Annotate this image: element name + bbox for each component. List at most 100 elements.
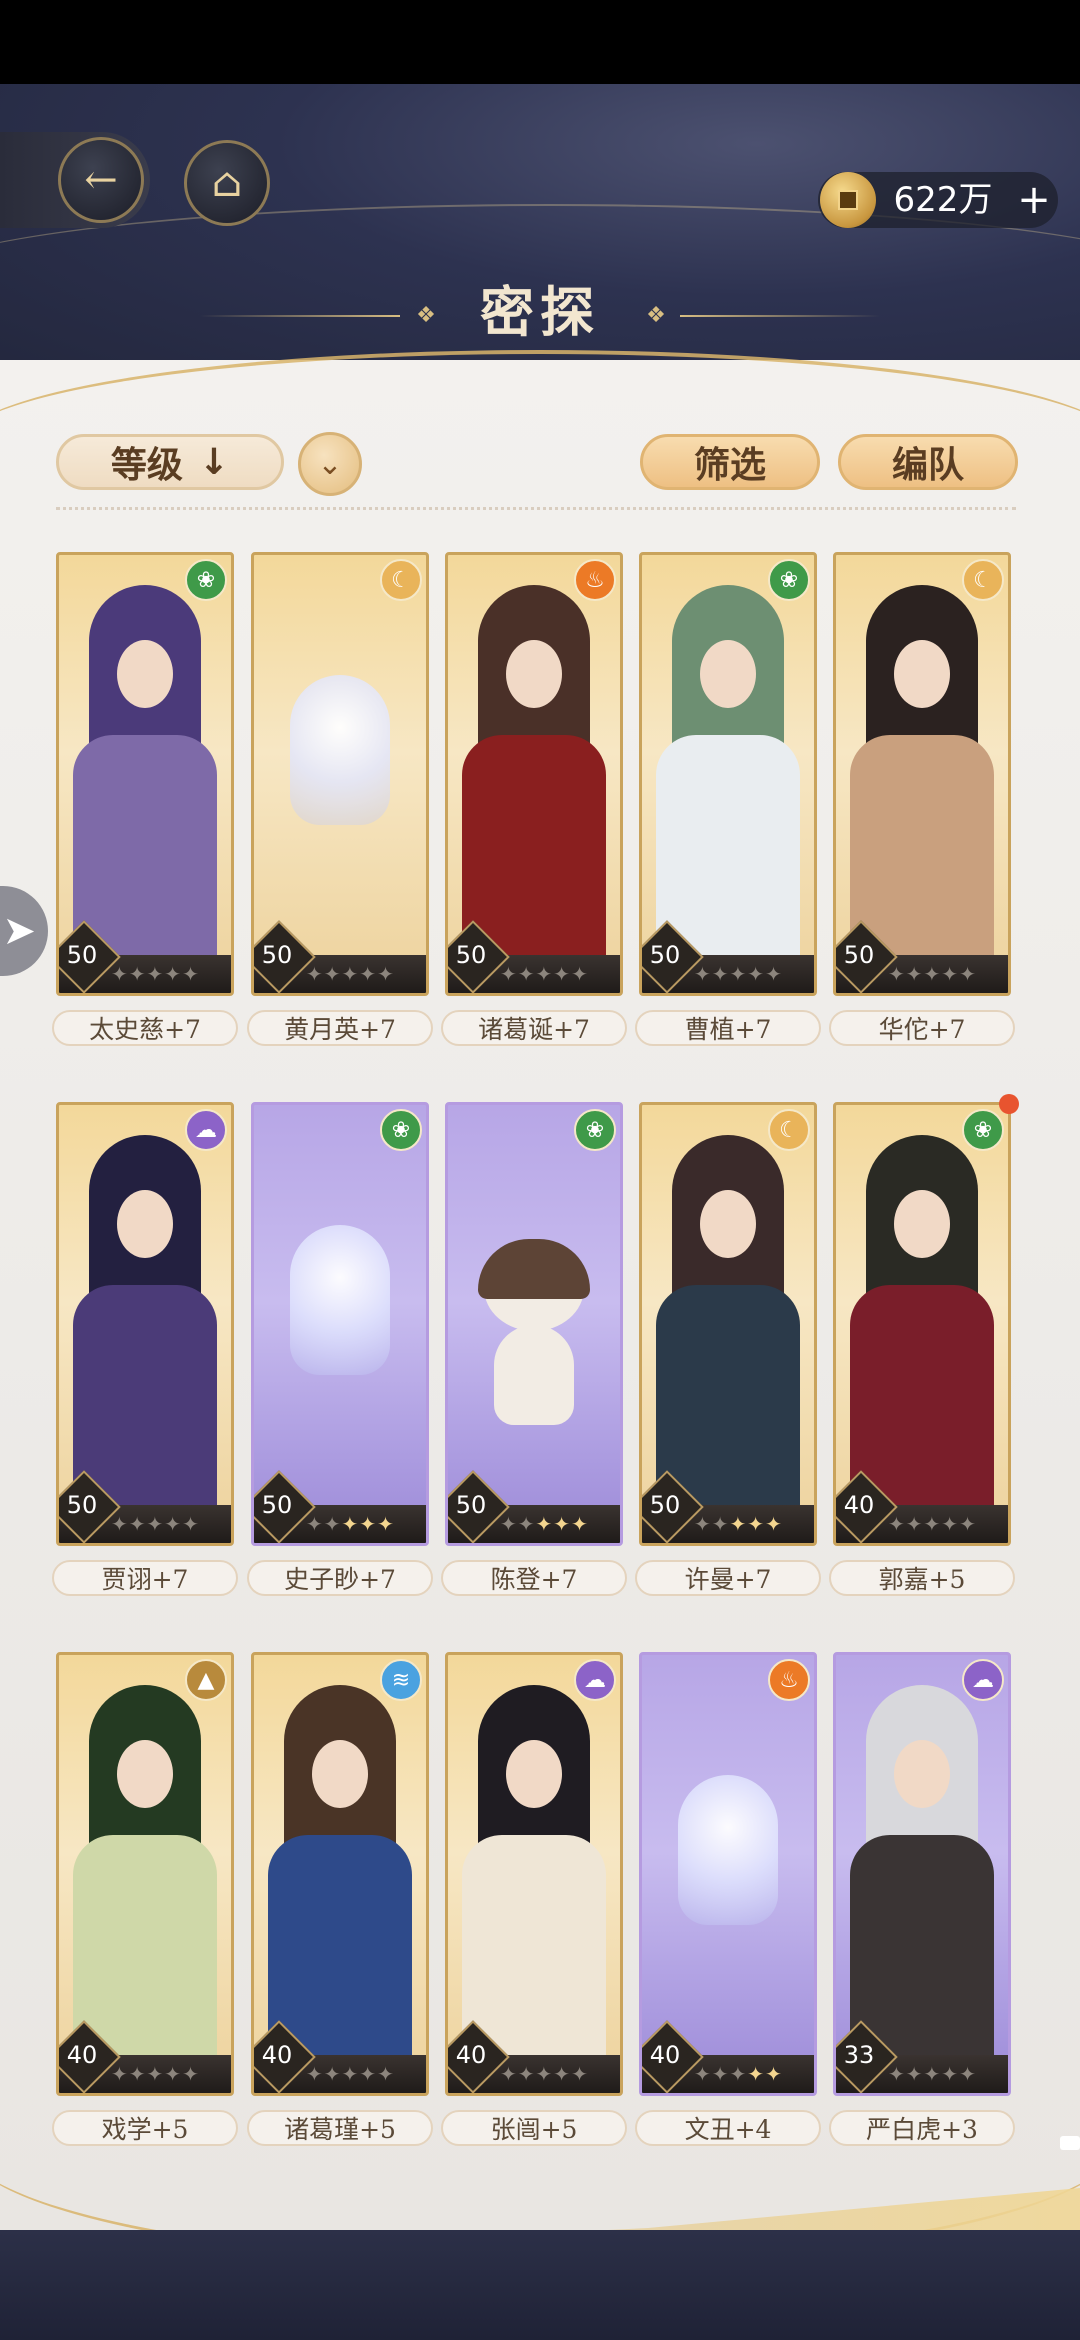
character-name-label: 黄月英+7: [247, 1010, 433, 1046]
star-icon: ✦: [959, 962, 977, 986]
character-card[interactable]: 50 ✦✦✦✦✦ ♨: [445, 552, 623, 996]
sort-order-toggle[interactable]: ⌄: [298, 432, 362, 496]
level-value: 50: [261, 1491, 293, 1519]
water-element-icon: ≋: [380, 1659, 422, 1701]
spirit-placeholder-icon: [290, 1225, 390, 1375]
star-rating: ✦✦✦✦✦: [888, 2061, 1006, 2087]
star-icon: ✦: [146, 2062, 165, 2086]
star-icon: ✦: [500, 2062, 518, 2086]
star-icon: ✦: [711, 1512, 730, 1536]
star-icon: ✦: [359, 1512, 378, 1536]
star-rating: ✦✦✦✦✦: [500, 1511, 618, 1537]
star-icon: ✦: [164, 1512, 183, 1536]
portrait-outfit: [73, 1285, 217, 1505]
title-ornament-left-icon: ❖: [416, 303, 436, 328]
star-rating: ✦✦✦✦✦: [306, 1511, 424, 1537]
portrait-outfit: [850, 1835, 994, 2055]
level-value: 50: [261, 941, 293, 969]
star-icon: ✦: [323, 962, 342, 986]
character-card[interactable]: 50 ✦✦✦✦✦ ❀: [56, 552, 234, 996]
star-rating: ✦✦✦✦✦: [111, 1511, 229, 1537]
character-card[interactable]: 50 ✦✦✦✦✦ ☾: [251, 552, 429, 996]
portrait-face: [700, 640, 756, 708]
character-card[interactable]: 50 ✦✦✦✦✦ ☾: [639, 1102, 817, 1546]
spirit-placeholder-icon: [678, 1775, 778, 1925]
level-value: 40: [843, 1491, 875, 1519]
wind-element-icon: ❀: [380, 1109, 422, 1151]
star-icon: ✦: [306, 1512, 324, 1536]
portrait-outfit: [73, 1835, 217, 2055]
sort-level-button[interactable]: 等级 ↓: [56, 434, 284, 490]
character-card[interactable]: 50 ✦✦✦✦✦ ❀: [251, 1102, 429, 1546]
star-rating: ✦✦✦✦✦: [500, 961, 618, 987]
character-card[interactable]: 50 ✦✦✦✦✦ ❀: [445, 1102, 623, 1546]
star-icon: ✦: [128, 962, 147, 986]
star-icon: ✦: [306, 962, 324, 986]
filter-button[interactable]: 筛选: [640, 434, 820, 490]
star-icon: ✦: [694, 1512, 712, 1536]
cat-body: [494, 1325, 574, 1425]
portrait-face: [894, 640, 950, 708]
portrait-face: [894, 1190, 950, 1258]
star-icon: ✦: [765, 1512, 783, 1536]
star-icon: ✦: [765, 2062, 783, 2086]
character-card[interactable]: 40 ✦✦✦✦✦ ❀: [833, 1102, 1011, 1546]
star-icon: ✦: [182, 1512, 200, 1536]
character-card[interactable]: 40 ✦✦✦✦✦ ♨: [639, 1652, 817, 2096]
star-rating: ✦✦✦✦✦: [306, 961, 424, 987]
sort-label: 等级: [110, 444, 183, 486]
star-icon: ✦: [111, 2062, 129, 2086]
character-card[interactable]: 40 ✦✦✦✦✦ ▲: [56, 1652, 234, 2096]
star-icon: ✦: [941, 2062, 960, 2086]
portrait-face: [117, 1190, 173, 1258]
character-card[interactable]: 50 ✦✦✦✦✦ ☁: [56, 1102, 234, 1546]
star-icon: ✦: [128, 1512, 147, 1536]
portrait-outfit: [656, 1285, 800, 1505]
level-value: 50: [649, 941, 681, 969]
star-icon: ✦: [959, 2062, 977, 2086]
character-card[interactable]: 40 ✦✦✦✦✦ ≋: [251, 1652, 429, 2096]
character-card[interactable]: 50 ✦✦✦✦✦ ❀: [639, 552, 817, 996]
character-name-label: 严白虎+3: [829, 2110, 1015, 2146]
character-name-label: 曹植+7: [635, 1010, 821, 1046]
portrait-face: [117, 1740, 173, 1808]
add-currency-button[interactable]: +: [1012, 178, 1056, 222]
star-icon: ✦: [500, 962, 518, 986]
portrait-face: [894, 1740, 950, 1808]
character-card[interactable]: 40 ✦✦✦✦✦ ☁: [445, 1652, 623, 2096]
star-icon: ✦: [571, 2062, 589, 2086]
star-icon: ✦: [747, 1512, 766, 1536]
character-name-label: 太史慈+7: [52, 1010, 238, 1046]
star-rating: ✦✦✦✦✦: [694, 2061, 812, 2087]
level-value: 40: [66, 2041, 98, 2069]
star-icon: ✦: [359, 962, 378, 986]
character-card[interactable]: 50 ✦✦✦✦✦ ☾: [833, 552, 1011, 996]
star-icon: ✦: [571, 962, 589, 986]
star-icon: ✦: [571, 1512, 589, 1536]
back-button[interactable]: ←: [58, 137, 144, 223]
character-portrait: [836, 1655, 1008, 2055]
portrait-face: [312, 1740, 368, 1808]
star-icon: ✦: [146, 962, 165, 986]
portrait-outfit: [850, 735, 994, 955]
send-icon: ➤: [2, 908, 36, 954]
star-icon: ✦: [747, 962, 766, 986]
character-name-label: 诸葛瑾+5: [247, 2110, 433, 2146]
star-icon: ✦: [535, 2062, 554, 2086]
star-icon: ✦: [747, 2062, 766, 2086]
level-value: 40: [649, 2041, 681, 2069]
portrait-outfit: [656, 735, 800, 955]
star-icon: ✦: [517, 962, 536, 986]
cloud-element-icon: ☁: [574, 1659, 616, 1701]
team-button[interactable]: 编队: [838, 434, 1018, 490]
star-icon: ✦: [341, 1512, 360, 1536]
star-icon: ✦: [146, 1512, 165, 1536]
star-icon: ✦: [694, 2062, 712, 2086]
wind-element-icon: ❀: [768, 559, 810, 601]
home-button[interactable]: ⌂: [184, 140, 270, 226]
character-card[interactable]: 33 ✦✦✦✦✦ ☁: [833, 1652, 1011, 2096]
star-icon: ✦: [941, 962, 960, 986]
character-portrait: [254, 1655, 426, 2055]
star-icon: ✦: [765, 962, 783, 986]
character-portrait: [59, 555, 231, 955]
